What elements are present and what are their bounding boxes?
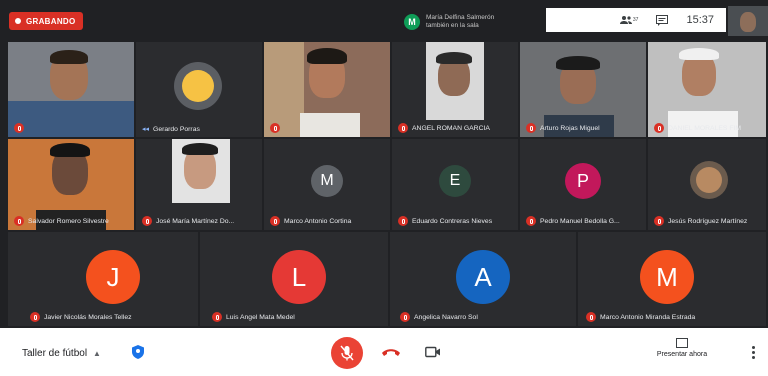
participant-tile[interactable] — [264, 42, 390, 137]
participant-tile[interactable]: L Luis Angel Mata Medel — [200, 232, 388, 326]
hair — [182, 143, 218, 155]
people-button[interactable]: 37 — [619, 15, 639, 25]
participant-avatar: J — [86, 250, 140, 304]
participant-name: Marco Antonio Cortina — [284, 217, 352, 225]
mic-off-icon — [30, 312, 40, 322]
participant-avatar: M — [311, 165, 343, 197]
participant-tile[interactable]: E Eduardo Contreras Nieves — [392, 139, 518, 230]
participant-avatar: A — [456, 250, 510, 304]
notification-line1: María Delfina Salmerón — [426, 14, 495, 21]
mic-off-icon — [142, 216, 152, 226]
mic-off-icon — [270, 123, 280, 133]
participant-avatar: P — [565, 163, 601, 199]
participant-tile[interactable]: Arturo Rojas Miguel — [520, 42, 646, 137]
participant-tile[interactable]: Salvador Romero Silvestre — [8, 139, 134, 230]
participant-name: Pedro Manuel Bedolla G... — [540, 217, 620, 225]
chat-button[interactable] — [656, 14, 669, 26]
mic-off-icon — [398, 216, 408, 226]
chat-icon — [656, 14, 669, 26]
record-dot-icon — [15, 18, 21, 24]
participant-avatar: M — [640, 250, 694, 304]
notification-avatar: M — [404, 14, 420, 30]
hair — [50, 50, 88, 64]
participant-tile[interactable]: ANGEL ROMAN GARCIA — [392, 42, 518, 137]
participant-tile[interactable]: ◂◂ Gerardo Porras — [136, 42, 262, 137]
participant-tile[interactable]: P Pedro Manuel Bedolla G... — [520, 139, 646, 230]
shield-icon[interactable] — [132, 345, 144, 359]
people-count: 37 — [632, 17, 639, 23]
present-screen-icon — [676, 338, 688, 348]
participant-tile[interactable]: M Marco Antonio Miranda Estrada — [578, 232, 766, 326]
participant-tile[interactable]: Jesús Rodríguez Martínez — [648, 139, 766, 230]
participant-name: Arturo Rojas Miguel — [540, 124, 600, 132]
bottom-bar: Taller de fútbol ▲ Presentar ahora — [0, 328, 768, 376]
participant-tile[interactable]: J Javier Nicolás Morales Tellez — [8, 232, 198, 326]
meeting-details-button[interactable]: Taller de fútbol ▲ — [22, 348, 101, 359]
self-view[interactable] — [728, 6, 768, 36]
participant-avatar: E — [439, 165, 471, 197]
participant-tile[interactable]: A Angelica Navarro Sol — [390, 232, 576, 326]
camera-icon[interactable] — [425, 346, 441, 358]
participant-tile[interactable] — [8, 42, 134, 137]
participant-name: Jesús Rodríguez Martínez — [668, 217, 748, 225]
meeting-name: Taller de fútbol — [22, 348, 88, 359]
more-options-icon[interactable] — [752, 346, 756, 361]
participant-name: Angelica Navarro Sol — [414, 313, 478, 321]
participant-name: ANGEL ROMAN GARCIA — [412, 124, 490, 132]
participant-name: Salvador Romero Silvestre — [28, 217, 109, 225]
participant-name: Javier Nicolás Morales Tellez — [44, 313, 132, 321]
mic-off-icon — [212, 312, 222, 322]
hair — [307, 48, 347, 64]
shirt — [300, 113, 360, 137]
mic-off-icon — [14, 216, 24, 226]
audio-level-icon: ◂◂ — [142, 126, 150, 133]
participant-tile[interactable]: DANIEL MORALES FIM — [648, 42, 766, 137]
participant-name: Gerardo Porras — [153, 125, 200, 133]
mic-off-icon — [526, 216, 536, 226]
avatar-photo — [182, 70, 214, 102]
clock: 15:37 — [686, 14, 714, 26]
recording-label: GRABANDO — [26, 16, 76, 26]
participant-name: Luis Angel Mata Medel — [226, 313, 295, 321]
join-notification: M María Delfina Salmerón también en la s… — [404, 9, 546, 35]
people-icon — [619, 16, 632, 24]
chevron-up-icon: ▲ — [93, 349, 101, 358]
self-face — [740, 12, 756, 32]
hair — [50, 143, 90, 157]
participant-avatar — [174, 62, 222, 110]
meeting-stage: GRABANDO M María Delfina Salmerón tambié… — [0, 0, 768, 328]
mic-off-icon — [14, 123, 24, 133]
mic-off-icon — [654, 123, 664, 133]
participant-name: DANIEL MORALES FIM — [668, 124, 742, 132]
mic-toggle-button[interactable] — [331, 337, 363, 369]
hang-up-icon[interactable] — [380, 344, 402, 360]
participant-name: José María Martínez Do... — [156, 217, 235, 225]
participant-avatar: L — [272, 250, 326, 304]
mic-off-icon — [654, 216, 664, 226]
mic-off-icon — [340, 345, 354, 361]
mic-off-icon — [586, 312, 596, 322]
present-label: Presentar ahora — [656, 351, 708, 358]
participant-tile[interactable]: M Marco Antonio Cortina — [264, 139, 390, 230]
participant-name: Eduardo Contreras Nieves — [412, 217, 493, 225]
notification-line2: también en la sala — [426, 22, 479, 29]
mic-off-icon — [400, 312, 410, 322]
top-bar: 37 15:37 — [546, 8, 726, 32]
participant-tile[interactable]: José María Martínez Do... — [136, 139, 262, 230]
participant-name: Marco Antonio Miranda Estrada — [600, 313, 696, 321]
cap — [436, 52, 472, 64]
mic-off-icon — [270, 216, 280, 226]
avatar-photo — [696, 167, 722, 193]
present-now-button[interactable]: Presentar ahora — [656, 338, 708, 358]
mic-off-icon — [398, 123, 408, 133]
mic-off-icon — [526, 123, 536, 133]
cap — [556, 56, 600, 70]
participant-avatar — [690, 161, 728, 199]
recording-badge: GRABANDO — [9, 12, 83, 30]
cap — [679, 48, 719, 60]
